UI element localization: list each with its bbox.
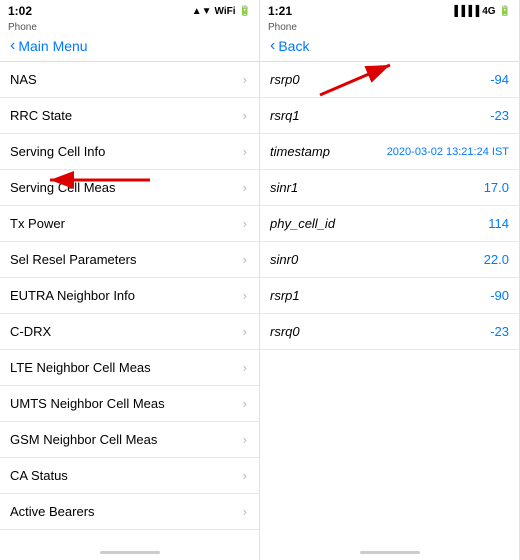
right-time: 1:21 bbox=[268, 4, 292, 18]
menu-item[interactable]: Tx Power › bbox=[0, 206, 259, 242]
menu-chevron-icon: › bbox=[243, 324, 247, 339]
menu-chevron-icon: › bbox=[243, 144, 247, 159]
menu-item[interactable]: Serving Cell Meas › bbox=[0, 170, 259, 206]
signal-icon: ▐▐▐▐ bbox=[451, 6, 479, 17]
right-status-bar: 1:21 ▐▐▐▐ 4G 🔋 bbox=[260, 0, 519, 22]
right-back-chevron-icon: ‹ bbox=[270, 37, 275, 55]
detail-value: -94 bbox=[490, 72, 509, 87]
detail-item: sinr0 22.0 bbox=[260, 242, 519, 278]
menu-item[interactable]: C-DRX › bbox=[0, 314, 259, 350]
left-carrier-label: Phone bbox=[8, 22, 37, 33]
menu-item-label: Tx Power bbox=[10, 216, 65, 231]
menu-chevron-icon: › bbox=[243, 288, 247, 303]
4g-icon: 4G bbox=[482, 6, 495, 17]
right-home-indicator bbox=[360, 551, 420, 554]
left-menu-list: NAS › RRC State › Serving Cell Info › Se… bbox=[0, 62, 259, 544]
menu-item[interactable]: LTE Neighbor Cell Meas › bbox=[0, 350, 259, 386]
detail-value: 114 bbox=[488, 216, 509, 231]
menu-chevron-icon: › bbox=[243, 396, 247, 411]
menu-chevron-icon: › bbox=[243, 468, 247, 483]
menu-item-label: Sel Resel Parameters bbox=[10, 252, 136, 267]
menu-chevron-icon: › bbox=[243, 108, 247, 123]
left-carrier: Phone bbox=[0, 22, 259, 35]
back-chevron-icon: ‹ bbox=[10, 37, 15, 55]
detail-item: phy_cell_id 114 bbox=[260, 206, 519, 242]
menu-item-label: RRC State bbox=[10, 108, 72, 123]
battery-icon: 🔋 bbox=[239, 6, 251, 17]
detail-item: sinr1 17.0 bbox=[260, 170, 519, 206]
menu-item-label: UMTS Neighbor Cell Meas bbox=[10, 396, 165, 411]
menu-item-label: EUTRA Neighbor Info bbox=[10, 288, 135, 303]
right-status-icons: ▐▐▐▐ 4G 🔋 bbox=[451, 6, 511, 17]
menu-chevron-icon: › bbox=[243, 216, 247, 231]
detail-value: -23 bbox=[490, 324, 509, 339]
left-status-icons: ▲▼ WiFi 🔋 bbox=[192, 6, 251, 17]
menu-item-label: C-DRX bbox=[10, 324, 51, 339]
right-bottom-bar bbox=[260, 544, 519, 560]
right-carrier-label: Phone bbox=[268, 22, 297, 33]
menu-chevron-icon: › bbox=[243, 252, 247, 267]
menu-item[interactable]: Serving Cell Info › bbox=[0, 134, 259, 170]
menu-item-label: Active Bearers bbox=[10, 504, 95, 519]
detail-key: rsrp0 bbox=[270, 72, 300, 87]
detail-item: rsrq1 -23 bbox=[260, 98, 519, 134]
detail-key: rsrq0 bbox=[270, 324, 300, 339]
right-panel: 1:21 ▐▐▐▐ 4G 🔋 Phone ‹ Back rsrp0 -94 rs… bbox=[260, 0, 520, 560]
detail-item: rsrp0 -94 bbox=[260, 62, 519, 98]
detail-key: rsrp1 bbox=[270, 288, 300, 303]
detail-value: 2020-03-02 13:21:24 IST bbox=[387, 146, 509, 158]
detail-value: -90 bbox=[490, 288, 509, 303]
detail-key: timestamp bbox=[270, 144, 330, 159]
right-battery-icon: 🔋 bbox=[499, 6, 511, 17]
menu-item-label: Serving Cell Info bbox=[10, 144, 105, 159]
menu-item[interactable]: Sel Resel Parameters › bbox=[0, 242, 259, 278]
left-nav-header: ‹ Main Menu bbox=[0, 35, 259, 62]
detail-value: 17.0 bbox=[484, 180, 509, 195]
menu-item[interactable]: CA Status › bbox=[0, 458, 259, 494]
left-home-indicator bbox=[100, 551, 160, 554]
detail-item: timestamp 2020-03-02 13:21:24 IST bbox=[260, 134, 519, 170]
menu-item[interactable]: UMTS Neighbor Cell Meas › bbox=[0, 386, 259, 422]
detail-value: -23 bbox=[490, 108, 509, 123]
menu-item[interactable]: EUTRA Neighbor Info › bbox=[0, 278, 259, 314]
right-nav-back[interactable]: ‹ Back bbox=[270, 37, 509, 55]
menu-item-label: CA Status bbox=[10, 468, 68, 483]
menu-item[interactable]: RRC State › bbox=[0, 98, 259, 134]
left-bottom-bar bbox=[0, 544, 259, 560]
right-nav-header: ‹ Back bbox=[260, 35, 519, 62]
detail-key: sinr1 bbox=[270, 180, 298, 195]
menu-item-label: NAS bbox=[10, 72, 37, 87]
wifi2-icon: WiFi bbox=[215, 6, 236, 17]
menu-chevron-icon: › bbox=[243, 180, 247, 195]
menu-item[interactable]: GSM Neighbor Cell Meas › bbox=[0, 422, 259, 458]
left-time: 1:02 bbox=[8, 4, 32, 18]
wifi-icon: ▲▼ bbox=[192, 6, 212, 17]
right-detail-list: rsrp0 -94 rsrq1 -23 timestamp 2020-03-02… bbox=[260, 62, 519, 544]
right-back-label: Back bbox=[278, 38, 309, 54]
menu-item-label: LTE Neighbor Cell Meas bbox=[10, 360, 151, 375]
menu-chevron-icon: › bbox=[243, 504, 247, 519]
menu-item[interactable]: Active Bearers › bbox=[0, 494, 259, 530]
menu-item[interactable]: NAS › bbox=[0, 62, 259, 98]
menu-chevron-icon: › bbox=[243, 432, 247, 447]
detail-item: rsrq0 -23 bbox=[260, 314, 519, 350]
left-nav-back[interactable]: ‹ Main Menu bbox=[10, 37, 249, 55]
detail-key: phy_cell_id bbox=[270, 216, 335, 231]
left-status-bar: 1:02 ▲▼ WiFi 🔋 bbox=[0, 0, 259, 22]
detail-item: rsrp1 -90 bbox=[260, 278, 519, 314]
left-back-label: Main Menu bbox=[18, 38, 87, 54]
menu-chevron-icon: › bbox=[243, 72, 247, 87]
menu-item-label: GSM Neighbor Cell Meas bbox=[10, 432, 157, 447]
detail-key: sinr0 bbox=[270, 252, 298, 267]
menu-chevron-icon: › bbox=[243, 360, 247, 375]
left-panel: 1:02 ▲▼ WiFi 🔋 Phone ‹ Main Menu NAS › R… bbox=[0, 0, 260, 560]
right-carrier: Phone bbox=[260, 22, 519, 35]
menu-item-label: Serving Cell Meas bbox=[10, 180, 116, 195]
detail-value: 22.0 bbox=[484, 252, 509, 267]
detail-key: rsrq1 bbox=[270, 108, 300, 123]
